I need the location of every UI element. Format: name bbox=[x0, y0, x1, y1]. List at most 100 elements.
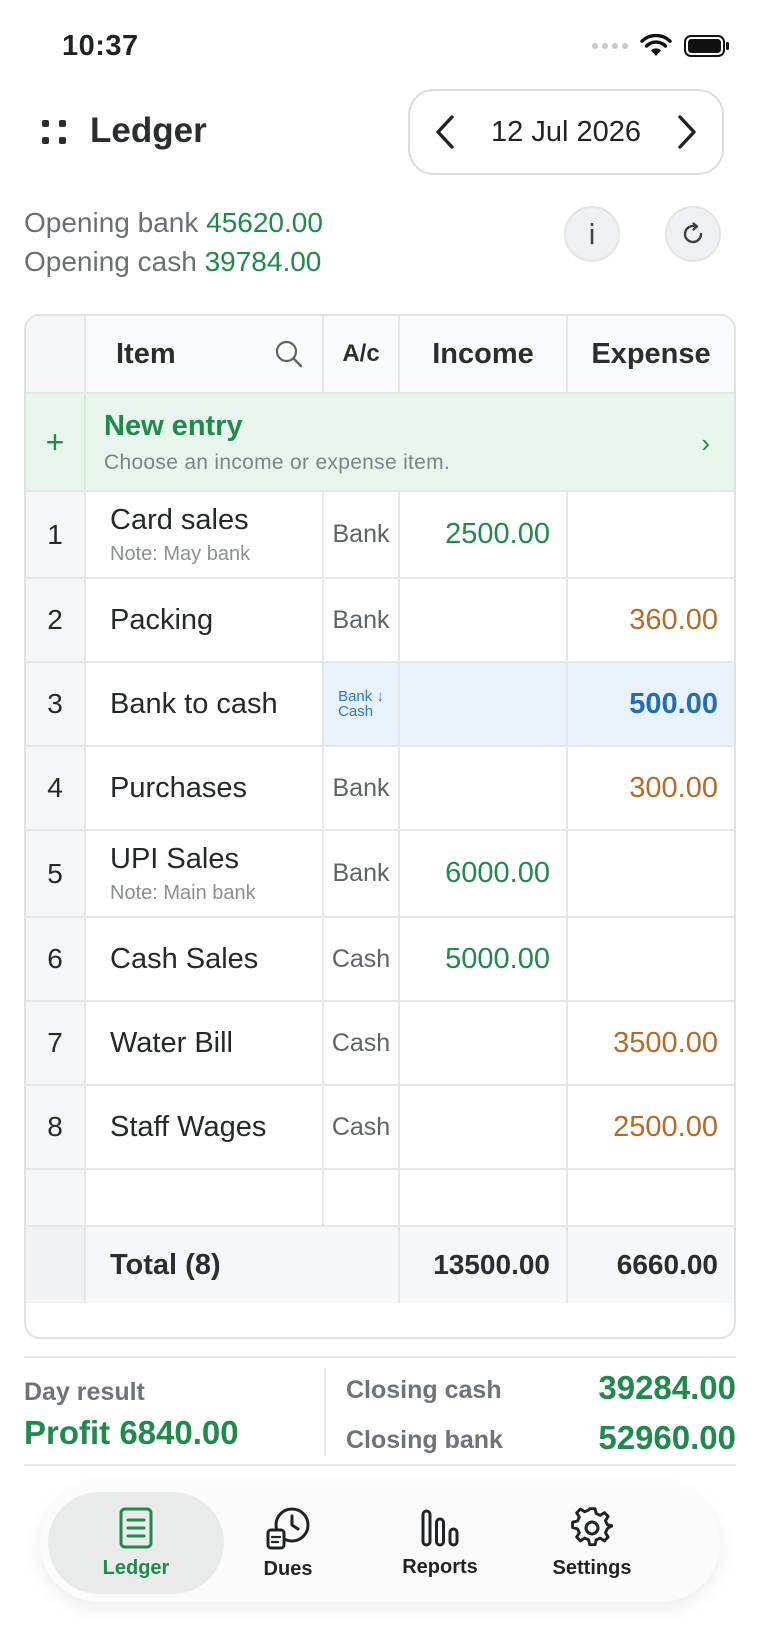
row-num: 5 bbox=[26, 831, 86, 916]
refresh-icon bbox=[683, 222, 703, 244]
row-expense bbox=[568, 492, 734, 577]
row-income bbox=[400, 663, 568, 745]
row-income: 6000.00 bbox=[400, 831, 568, 916]
item-name: Water Bill bbox=[110, 1026, 233, 1059]
chevron-right-icon: › bbox=[701, 428, 710, 458]
row-income: 2500.00 bbox=[400, 492, 568, 577]
header-num bbox=[26, 316, 86, 392]
nav-ledger[interactable]: Ledger bbox=[48, 1492, 224, 1594]
summary-divider bbox=[324, 1368, 326, 1456]
row-expense bbox=[568, 831, 734, 916]
wifi-icon bbox=[640, 34, 672, 56]
new-entry-subtitle: Choose an income or expense item. bbox=[104, 451, 451, 474]
day-summary: Day result Profit 6840.00 Closing cash 3… bbox=[24, 1356, 736, 1466]
row-income bbox=[400, 747, 568, 829]
opening-bank-value: 45620.00 bbox=[206, 207, 323, 238]
opening-bank: Opening bank 45620.00 bbox=[24, 207, 323, 238]
row-item: Water Bill bbox=[86, 1002, 324, 1084]
current-date[interactable]: 12 Jul 2026 bbox=[491, 116, 641, 149]
table-row-empty bbox=[26, 1170, 734, 1227]
new-entry-row[interactable]: + New entry Choose an income or expense … bbox=[26, 394, 734, 492]
row-item: Cash Sales bbox=[86, 918, 324, 1000]
opening-cash: Opening cash 39784.00 bbox=[24, 246, 322, 277]
closing-bank-label: Closing bank bbox=[346, 1426, 503, 1454]
row-num: 1 bbox=[26, 492, 86, 577]
row-num: 4 bbox=[26, 747, 86, 829]
gear-icon bbox=[571, 1506, 613, 1546]
row-expense: 360.00 bbox=[629, 603, 718, 636]
row-account: Bank bbox=[324, 579, 400, 661]
row-account: Bank bbox=[324, 831, 400, 916]
chevron-right-icon bbox=[678, 115, 696, 149]
opening-cash-value: 39784.00 bbox=[204, 246, 322, 277]
row-item: Purchases bbox=[86, 747, 324, 829]
page-title: Ledger bbox=[90, 111, 207, 150]
header-item: Item bbox=[86, 316, 324, 392]
search-icon[interactable] bbox=[274, 339, 304, 369]
row-income bbox=[400, 1086, 568, 1168]
row-expense: 300.00 bbox=[629, 771, 718, 804]
day-result-label: Day result bbox=[24, 1378, 145, 1406]
previous-day-button[interactable] bbox=[428, 115, 462, 149]
row-income: 5000.00 bbox=[400, 918, 568, 1000]
row-num: 8 bbox=[26, 1086, 86, 1168]
nav-reports[interactable]: Reports bbox=[352, 1492, 528, 1594]
menu-grid-icon[interactable] bbox=[40, 118, 70, 148]
item-name: UPI Sales bbox=[110, 842, 239, 875]
row-expense: 3500.00 bbox=[613, 1026, 718, 1059]
item-name: Cash Sales bbox=[110, 942, 259, 975]
item-name: Bank to cash bbox=[110, 687, 278, 720]
header-ac: A/c bbox=[324, 316, 400, 392]
row-expense bbox=[568, 918, 734, 1000]
row-item: Staff Wages bbox=[86, 1086, 324, 1168]
info-button[interactable]: i bbox=[564, 206, 620, 262]
item-note: Note: May bank bbox=[110, 542, 251, 565]
new-entry-title: New entry bbox=[104, 410, 243, 442]
item-name: Card sales bbox=[110, 503, 249, 536]
row-account: Bank bbox=[324, 747, 400, 829]
row-num: 6 bbox=[26, 918, 86, 1000]
row-num: 3 bbox=[26, 663, 86, 745]
status-bar: 10:37 bbox=[0, 0, 760, 90]
date-picker: 12 Jul 2026 bbox=[408, 89, 724, 175]
nav-dues[interactable]: Dues bbox=[200, 1492, 376, 1594]
info-icon: i bbox=[588, 217, 596, 251]
row-income bbox=[400, 1002, 568, 1084]
table-row[interactable]: 8 Staff Wages Cash 2500.00 bbox=[26, 1086, 734, 1170]
table-row[interactable]: 1 Card sales Note: May bank Bank 2500.00 bbox=[26, 492, 734, 579]
table-row[interactable]: 5 UPI Sales Note: Main bank Bank 6000.00 bbox=[26, 831, 734, 918]
bottom-nav: Ledger Dues Reports Settings bbox=[40, 1484, 720, 1602]
table-row[interactable]: 7 Water Bill Cash 3500.00 bbox=[26, 1002, 734, 1086]
nav-settings[interactable]: Settings bbox=[504, 1492, 680, 1594]
table-total-row: Total (8) 13500.00 6660.00 bbox=[26, 1227, 734, 1303]
refresh-button[interactable] bbox=[665, 206, 721, 262]
cellular-signal-icon bbox=[592, 43, 628, 49]
row-expense: 2500.00 bbox=[613, 1110, 718, 1143]
item-name: Staff Wages bbox=[110, 1110, 267, 1143]
total-income: 13500.00 bbox=[400, 1227, 568, 1303]
closing-bank-value: 52960.00 bbox=[598, 1419, 736, 1456]
chevron-left-icon bbox=[436, 115, 454, 149]
row-item: Bank to cash bbox=[86, 663, 324, 745]
new-entry-content: New entry Choose an income or expense it… bbox=[104, 410, 450, 475]
day-result-value: Profit 6840.00 bbox=[24, 1414, 239, 1451]
table-row[interactable]: 6 Cash Sales Cash 5000.00 bbox=[26, 918, 734, 1002]
table-row[interactable]: 2 Packing Bank 360.00 bbox=[26, 579, 734, 663]
row-account: Cash bbox=[324, 1086, 400, 1168]
row-income bbox=[400, 579, 568, 661]
row-account-transfer: Bank ↓ Cash bbox=[324, 663, 400, 745]
ledger-table: Item A/c Income Expense + New entry Choo… bbox=[24, 314, 736, 1339]
total-label: Total (8) bbox=[86, 1227, 400, 1303]
table-row-transfer[interactable]: 3 Bank to cash Bank ↓ Cash 500.00 bbox=[26, 663, 734, 747]
item-name: Packing bbox=[110, 603, 214, 636]
row-account: Bank bbox=[324, 492, 400, 577]
row-item: UPI Sales Note: Main bank bbox=[86, 831, 324, 916]
row-account: Cash bbox=[324, 1002, 400, 1084]
table-row[interactable]: 4 Purchases Bank 300.00 bbox=[26, 747, 734, 831]
header-income: Income bbox=[400, 316, 568, 392]
next-day-button[interactable] bbox=[670, 115, 704, 149]
ledger-document-icon bbox=[119, 1507, 153, 1548]
dues-clock-icon bbox=[266, 1507, 310, 1549]
closing-cash-value: 39284.00 bbox=[598, 1369, 736, 1406]
opening-balances: Opening bank 45620.00 Opening cash 39784… bbox=[24, 203, 323, 281]
